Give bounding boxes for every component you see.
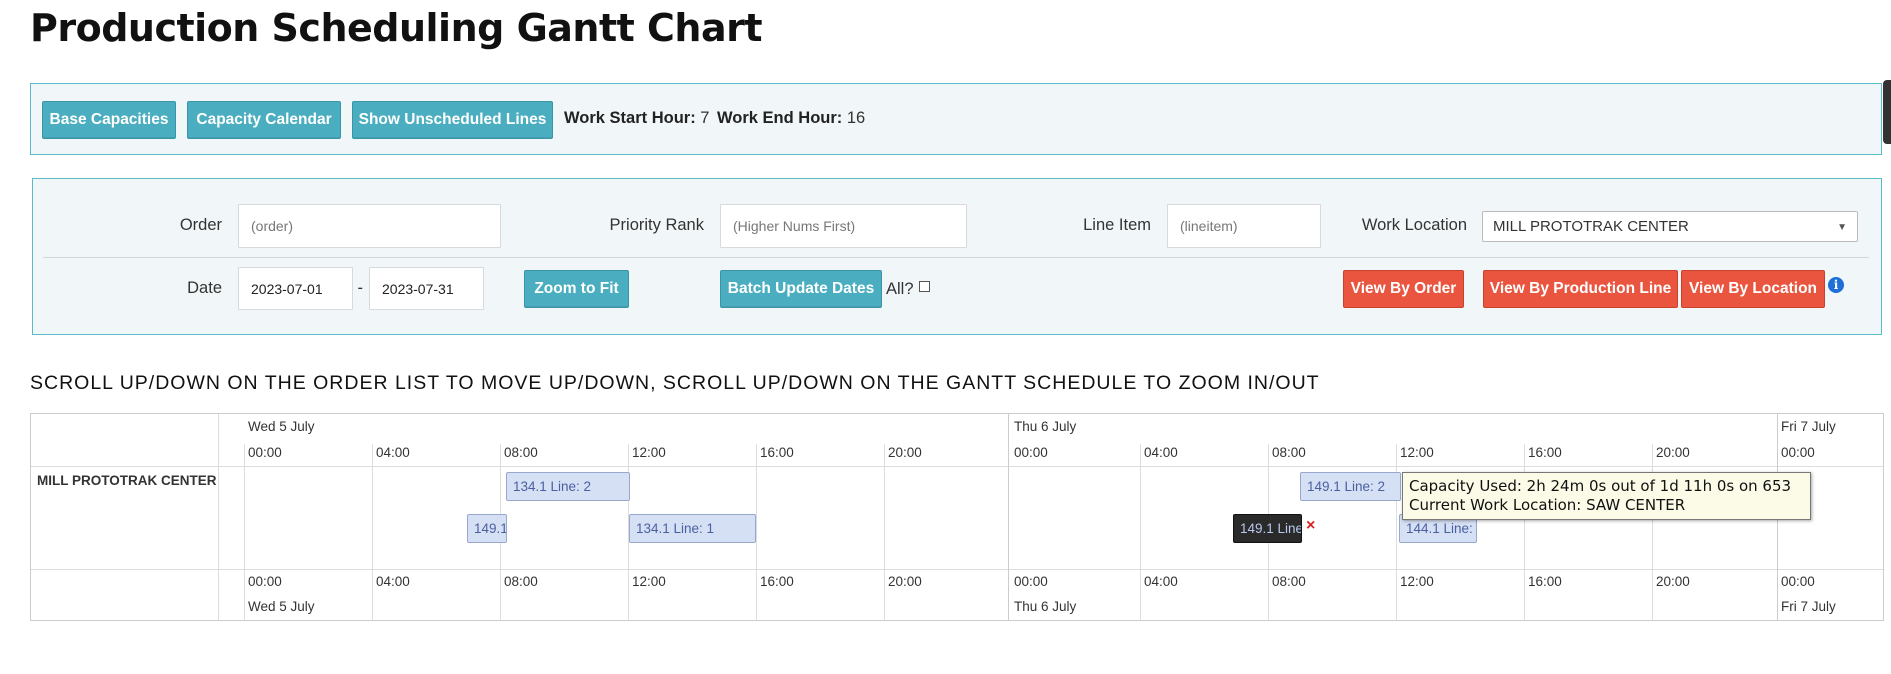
order-label: Order bbox=[179, 216, 222, 234]
priority-rank-input[interactable] bbox=[720, 204, 967, 248]
date-from-input[interactable] bbox=[238, 267, 353, 310]
hour-label: 16:00 bbox=[1528, 574, 1562, 589]
hour-gridline bbox=[244, 444, 245, 620]
hour-gridline bbox=[1524, 444, 1525, 620]
base-capacities-button[interactable]: Base Capacities bbox=[42, 101, 176, 139]
instructions-text: SCROLL UP/DOWN ON THE ORDER LIST TO MOVE… bbox=[30, 372, 1320, 394]
work-location-select[interactable]: MILL PROTOTRAK CENTER ▼ bbox=[1482, 211, 1858, 242]
gantt-bar[interactable]: 134.1 Line: 2 bbox=[506, 472, 630, 501]
gantt-bar-selected[interactable]: 149.1 Line bbox=[1233, 514, 1302, 543]
date-label: Date bbox=[187, 279, 222, 297]
work-end-value: 16 bbox=[846, 109, 866, 127]
day-label: Fri 7 July bbox=[1781, 599, 1836, 614]
hour-label: 00:00 bbox=[248, 445, 282, 460]
tooltip-capacity: Capacity Used: 2h 24m 0s out of 1d 11h 0… bbox=[1409, 477, 1792, 495]
hour-gridline bbox=[1140, 444, 1141, 620]
capacity-calendar-button[interactable]: Capacity Calendar bbox=[187, 101, 341, 139]
filter-divider bbox=[43, 257, 1869, 258]
hour-label: 12:00 bbox=[1400, 445, 1434, 460]
work-end-label: Work End Hour: bbox=[717, 109, 843, 127]
hour-label: 16:00 bbox=[1528, 445, 1562, 460]
page-title: Production Scheduling Gantt Chart bbox=[30, 6, 763, 50]
hour-label: 16:00 bbox=[760, 574, 794, 589]
hour-label: 08:00 bbox=[504, 574, 538, 589]
hour-label: 20:00 bbox=[888, 445, 922, 460]
resource-column-divider bbox=[218, 414, 219, 620]
resource-label: MILL PROTOTRAK CENTER bbox=[37, 473, 217, 488]
date-to-input[interactable] bbox=[369, 267, 484, 310]
line-item-label: Line Item bbox=[1083, 216, 1151, 234]
hour-label: 04:00 bbox=[376, 574, 410, 589]
hour-label: 08:00 bbox=[1272, 445, 1306, 460]
hour-gridline bbox=[372, 444, 373, 620]
day-label: Wed 5 July bbox=[248, 599, 315, 614]
tooltip-location: Current Work Location: SAW CENTER bbox=[1409, 496, 1686, 514]
footer-divider bbox=[31, 569, 1883, 570]
hour-label: 00:00 bbox=[1014, 574, 1048, 589]
show-unscheduled-lines-button[interactable]: Show Unscheduled Lines bbox=[352, 101, 553, 139]
gantt-bar[interactable]: 149.1 bbox=[467, 514, 507, 543]
header-divider bbox=[31, 466, 1883, 467]
date-separator: - bbox=[357, 279, 364, 297]
hour-gridline bbox=[1396, 444, 1397, 620]
hour-label: 00:00 bbox=[248, 574, 282, 589]
hour-label: 20:00 bbox=[1656, 445, 1690, 460]
order-input[interactable] bbox=[238, 204, 501, 248]
line-item-input[interactable] bbox=[1167, 204, 1321, 248]
hour-label: 00:00 bbox=[1781, 574, 1815, 589]
view-by-order-button[interactable]: View By Order bbox=[1343, 270, 1464, 308]
day-label: Thu 6 July bbox=[1014, 419, 1077, 434]
hour-label: 12:00 bbox=[632, 445, 666, 460]
work-start-hour: Work Start Hour: 7 bbox=[564, 109, 709, 128]
gantt-bar[interactable]: 149.1 Line: 2 bbox=[1300, 472, 1401, 501]
side-panel-handle[interactable] bbox=[1883, 80, 1891, 144]
batch-update-dates-button[interactable]: Batch Update Dates bbox=[720, 270, 882, 308]
work-location-label: Work Location bbox=[1361, 216, 1467, 234]
hour-label: 12:00 bbox=[632, 574, 666, 589]
hour-label: 20:00 bbox=[888, 574, 922, 589]
hour-label: 12:00 bbox=[1400, 574, 1434, 589]
hour-label: 08:00 bbox=[1272, 574, 1306, 589]
day-label: Fri 7 July bbox=[1781, 419, 1836, 434]
hour-label: 04:00 bbox=[1144, 574, 1178, 589]
hour-label: 08:00 bbox=[504, 445, 538, 460]
hour-label: 00:00 bbox=[1014, 445, 1048, 460]
zoom-to-fit-button[interactable]: Zoom to Fit bbox=[524, 270, 629, 308]
work-start-label: Work Start Hour: bbox=[564, 109, 696, 127]
chevron-down-icon: ▼ bbox=[1837, 222, 1847, 233]
hour-label: 20:00 bbox=[1656, 574, 1690, 589]
all-label: All? bbox=[886, 280, 914, 298]
priority-rank-label: Priority Rank bbox=[609, 216, 704, 234]
work-location-value: MILL PROTOTRAK CENTER bbox=[1493, 218, 1689, 235]
view-by-production-line-button[interactable]: View By Production Line bbox=[1483, 270, 1678, 308]
day-divider bbox=[1008, 414, 1009, 620]
hour-label: 04:00 bbox=[1144, 445, 1178, 460]
hour-gridline bbox=[756, 444, 757, 620]
hour-gridline bbox=[1652, 444, 1653, 620]
gantt-bar[interactable]: 134.1 Line: 1 bbox=[629, 514, 756, 543]
day-label: Wed 5 July bbox=[248, 419, 315, 434]
hour-label: 04:00 bbox=[376, 445, 410, 460]
work-end-hour: Work End Hour: 16 bbox=[717, 109, 865, 128]
toolbar-panel: Base Capacities Capacity Calendar Show U… bbox=[30, 83, 1882, 155]
day-label: Thu 6 July bbox=[1014, 599, 1077, 614]
all-checkbox[interactable] bbox=[919, 281, 930, 292]
bar-tooltip: Capacity Used: 2h 24m 0s out of 1d 11h 0… bbox=[1402, 472, 1811, 520]
work-start-value: 7 bbox=[700, 109, 710, 127]
hour-label: 16:00 bbox=[760, 445, 794, 460]
info-icon[interactable]: i bbox=[1828, 277, 1844, 293]
hour-gridline bbox=[884, 444, 885, 620]
remove-icon[interactable]: × bbox=[1306, 517, 1315, 535]
view-by-location-button[interactable]: View By Location bbox=[1681, 270, 1825, 308]
hour-label: 00:00 bbox=[1781, 445, 1815, 460]
